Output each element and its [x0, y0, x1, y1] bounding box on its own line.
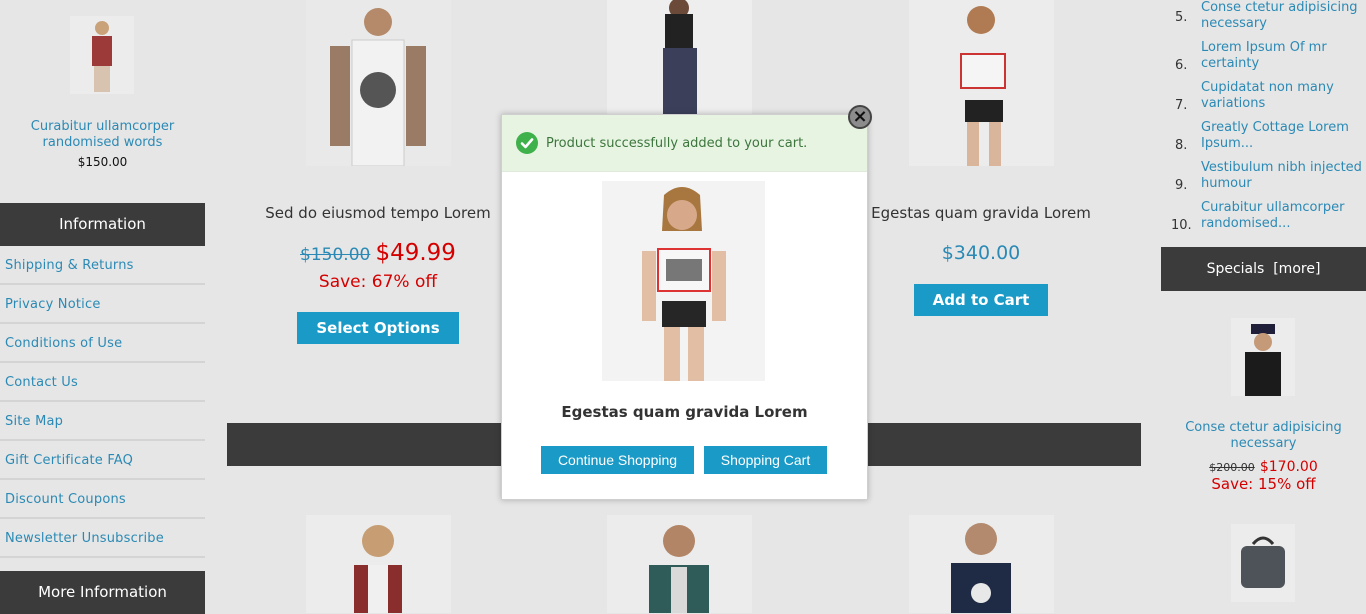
right-sidebar: 5. Conse ctetur adipisicing necessary 6. L… — [1161, 0, 1366, 613]
special-old-price: $200.00 — [1209, 461, 1255, 474]
success-text: Product successfully added to your cart. — [546, 136, 808, 151]
product-image[interactable] — [607, 0, 752, 116]
left-sidebar: Curabitur ullamcorper randomised words $… — [0, 0, 205, 614]
check-circle-icon — [516, 132, 538, 154]
list-item[interactable]: 8. Greatly Cottage Lorem Ipsum... — [1161, 120, 1366, 160]
list-item[interactable]: 5. Conse ctetur adipisicing necessary — [1161, 0, 1366, 40]
continue-shopping-button[interactable]: Continue Shopping — [541, 446, 694, 474]
special-product-title[interactable]: Conse ctetur adipisicing necessary — [1161, 420, 1366, 452]
select-options-button[interactable]: Select Options — [297, 312, 459, 344]
special-save-text: Save: 15% off — [1211, 475, 1316, 493]
close-icon[interactable]: × — [848, 105, 872, 129]
sale-price: $49.99 — [375, 240, 456, 266]
special-product-image[interactable] — [1231, 524, 1295, 602]
list-item[interactable]: 6. Lorem Ipsum Of mr certainty — [1161, 40, 1366, 80]
success-message: Product successfully added to your cart. — [502, 115, 867, 172]
product-image[interactable] — [607, 515, 752, 613]
old-price: $150.00 — [300, 245, 371, 265]
product-image[interactable] — [306, 0, 451, 166]
information-heading: Information — [0, 203, 205, 246]
list-item[interactable]: 10. Curabitur ullamcorper randomised... — [1161, 200, 1366, 240]
special-new-price: $170.00 — [1259, 459, 1318, 475]
info-link-discount[interactable]: Discount Coupons — [0, 480, 205, 519]
info-link-shipping[interactable]: Shipping & Returns — [0, 246, 205, 285]
list-item[interactable]: 7. Cupidatat non many variations — [1161, 80, 1366, 120]
add-to-cart-modal: Product successfully added to your cart.… — [501, 114, 868, 500]
product-image[interactable] — [909, 0, 1054, 166]
product-image[interactable] — [306, 515, 451, 613]
product-price-block: $150.00 $49.99 — [228, 240, 528, 266]
modal-product-name: Egestas quam gravida Lorem — [561, 403, 808, 421]
save-text: Save: 67% off — [318, 272, 438, 292]
product-price: $340.00 — [941, 242, 1021, 264]
info-link-contact[interactable]: Contact Us — [0, 363, 205, 402]
info-link-gift-faq[interactable]: Gift Certificate FAQ — [0, 441, 205, 480]
info-link-sitemap[interactable]: Site Map — [0, 402, 205, 441]
product-title[interactable]: Sed do eiusmod tempo Lorem — [228, 204, 528, 222]
more-information-heading: More Information — [0, 571, 205, 614]
add-to-cart-button[interactable]: Add to Cart — [914, 284, 1048, 316]
product-image[interactable] — [909, 515, 1054, 613]
special-product-image[interactable] — [1231, 318, 1295, 396]
specials-more-link[interactable]: [more] — [1273, 261, 1320, 277]
special-price-block: $200.00 $170.00 — [1161, 456, 1366, 475]
product-title[interactable]: Egestas quam gravida Lorem — [831, 204, 1131, 222]
info-link-conditions[interactable]: Conditions of Use — [0, 324, 205, 363]
specials-title: Specials — [1206, 261, 1265, 277]
specials-heading: Specials [more] — [1161, 247, 1366, 291]
modal-product-image — [602, 181, 765, 381]
shopping-cart-button[interactable]: Shopping Cart — [704, 446, 827, 474]
product-price: $150.00 — [77, 155, 128, 169]
product-title-link[interactable]: Curabitur ullamcorper randomised words — [0, 119, 205, 151]
info-link-newsletter[interactable]: Newsletter Unsubscribe — [0, 519, 205, 558]
product-image[interactable] — [70, 16, 134, 94]
info-link-privacy[interactable]: Privacy Notice — [0, 285, 205, 324]
information-links: Shipping & Returns Privacy Notice Condit… — [0, 246, 205, 558]
list-item[interactable]: 9. Vestibulum nibh injected humour — [1161, 160, 1366, 200]
